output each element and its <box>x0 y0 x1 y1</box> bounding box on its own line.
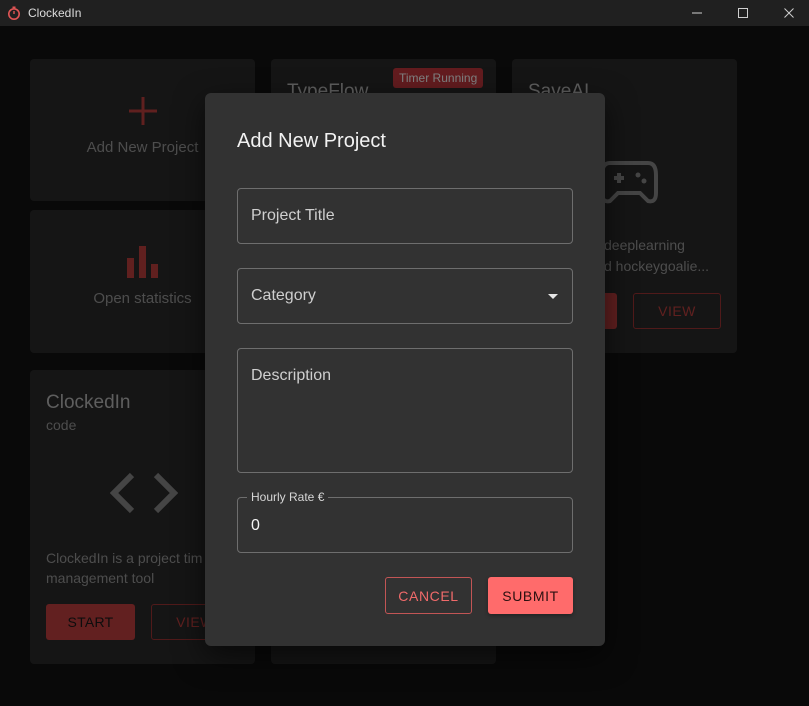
stopwatch-icon <box>7 6 21 20</box>
minimize-icon <box>692 12 702 14</box>
chevron-down-icon <box>548 294 558 299</box>
dialog-title: Add New Project <box>237 130 386 152</box>
maximize-icon <box>738 8 748 18</box>
description-textarea[interactable]: Description <box>237 348 573 473</box>
maximize-button[interactable] <box>720 0 766 26</box>
hourly-rate-value: 0 <box>251 517 260 534</box>
window-titlebar: ClockedIn <box>0 0 809 26</box>
window-title: ClockedIn <box>28 6 82 20</box>
minimize-button[interactable] <box>674 0 720 26</box>
close-icon <box>784 8 794 18</box>
project-title-input[interactable]: Project Title <box>237 188 573 244</box>
close-window-button[interactable] <box>766 0 809 26</box>
category-placeholder: Category <box>251 287 316 304</box>
project-title-placeholder: Project Title <box>251 207 335 224</box>
description-placeholder: Description <box>251 367 332 384</box>
submit-button[interactable]: SUBMIT <box>488 577 573 614</box>
add-project-dialog: Add New Project Project Title Category D… <box>205 93 605 646</box>
cancel-button[interactable]: CANCEL <box>385 577 472 614</box>
hourly-rate-input[interactable]: Hourly Rate € 0 <box>237 490 573 553</box>
hourly-rate-label: Hourly Rate € <box>247 490 329 504</box>
category-select[interactable]: Category <box>237 268 573 324</box>
